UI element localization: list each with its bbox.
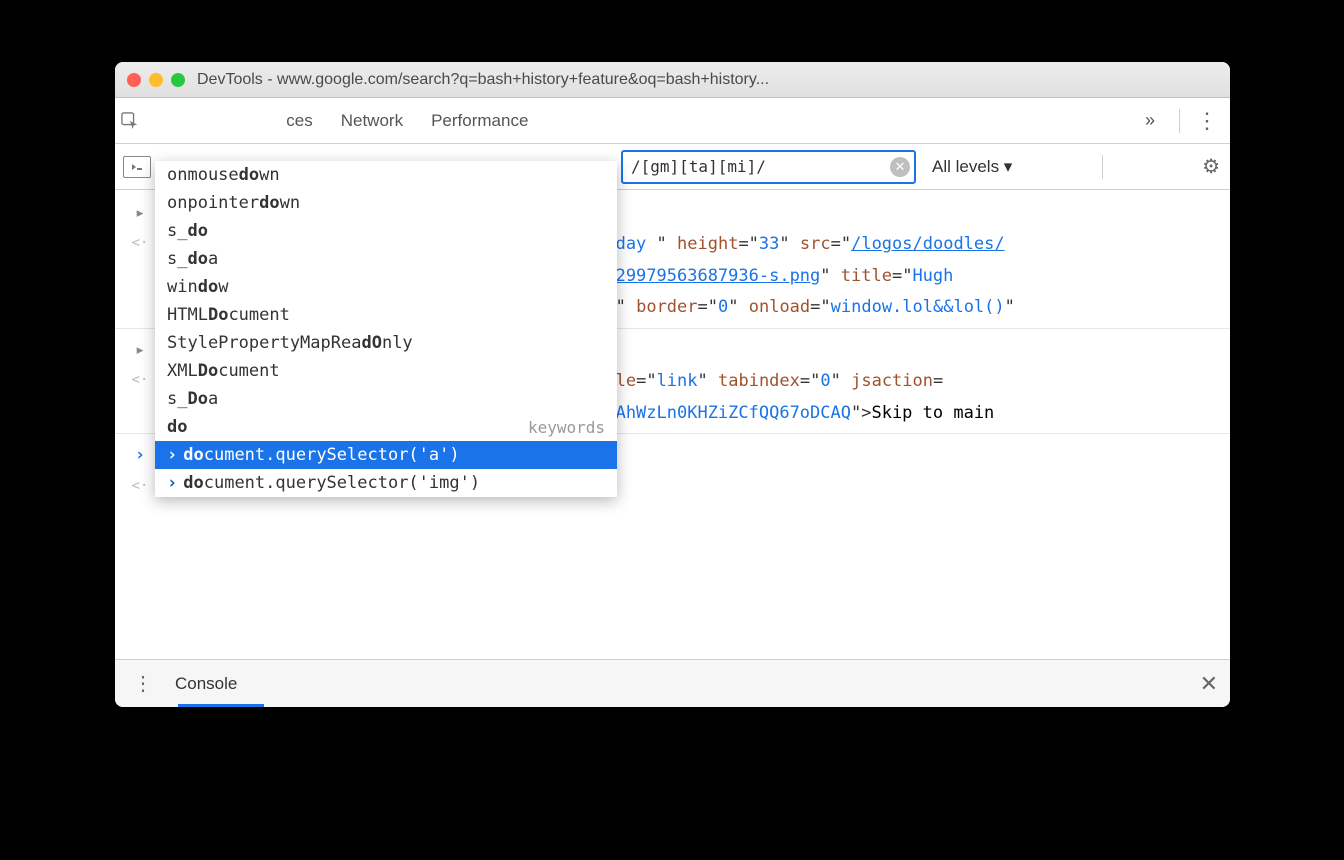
console-settings-icon[interactable]: ⚙ <box>1202 154 1224 179</box>
divider <box>1179 109 1180 133</box>
autocomplete-item[interactable]: onmousedown <box>155 161 617 189</box>
autocomplete-item[interactable]: onpointerdown <box>155 189 617 217</box>
tab-performance[interactable]: Performance <box>431 111 528 131</box>
autocomplete-item[interactable]: s_do <box>155 217 617 245</box>
autocomplete-history-item[interactable]: ›document.querySelector('img') <box>155 469 617 497</box>
more-tabs-icon[interactable]: » <box>1145 110 1155 131</box>
clear-filter-icon[interactable]: ✕ <box>890 157 910 177</box>
live-expression-icon[interactable] <box>123 156 151 178</box>
autocomplete-history-item[interactable]: ›document.querySelector('a') <box>155 441 617 469</box>
drawer-tab-console[interactable]: Console <box>175 674 237 694</box>
autocomplete-item[interactable]: s_doa <box>155 245 617 273</box>
expand-icon[interactable]: ▸ <box>135 198 145 229</box>
return-icon: <· <box>132 231 149 323</box>
settings-menu-icon[interactable]: ⋮ <box>1190 108 1224 134</box>
panel-tabs: Elements Console ces Network Performance <box>163 111 1137 131</box>
return-icon: <· <box>132 474 149 503</box>
autocomplete-popup: onmousedownonpointerdowns_dos_doawindowH… <box>155 161 617 497</box>
tab-network[interactable]: Network <box>341 111 403 131</box>
autocomplete-item[interactable]: StylePropertyMapReadOnly <box>155 329 617 357</box>
drawer-menu-icon[interactable]: ⋮ <box>127 671 159 696</box>
divider <box>1102 155 1103 179</box>
window-title: DevTools - www.google.com/search?q=bash+… <box>197 71 1218 89</box>
main-toolbar: Elements Console ces Network Performance… <box>115 98 1230 144</box>
titlebar: DevTools - www.google.com/search?q=bash+… <box>115 62 1230 98</box>
traffic-lights <box>127 73 185 87</box>
return-icon: <· <box>132 368 149 429</box>
minimize-window-button[interactable] <box>149 73 163 87</box>
autocomplete-item[interactable]: HTMLDocument <box>155 301 617 329</box>
prompt-icon: › <box>135 440 145 471</box>
autocomplete-item[interactable]: dokeywords <box>155 413 617 441</box>
expand-icon[interactable]: ▸ <box>135 335 145 366</box>
autocomplete-item[interactable]: window <box>155 273 617 301</box>
filter-field-wrap: ✕ <box>621 150 916 184</box>
drawer: ⋮ Console ✕ <box>115 659 1230 707</box>
close-window-button[interactable] <box>127 73 141 87</box>
inspect-element-icon[interactable] <box>121 112 139 130</box>
log-levels-dropdown[interactable]: All levels ▾ <box>932 157 1012 177</box>
zoom-window-button[interactable] <box>171 73 185 87</box>
autocomplete-item[interactable]: XMLDocument <box>155 357 617 385</box>
close-drawer-icon[interactable]: ✕ <box>1200 671 1218 697</box>
filter-input[interactable] <box>621 150 916 184</box>
devtools-window: DevTools - www.google.com/search?q=bash+… <box>115 62 1230 707</box>
tab-sources[interactable]: ces <box>286 111 312 131</box>
autocomplete-item[interactable]: s_Doa <box>155 385 617 413</box>
drawer-tab-indicator <box>178 704 264 707</box>
